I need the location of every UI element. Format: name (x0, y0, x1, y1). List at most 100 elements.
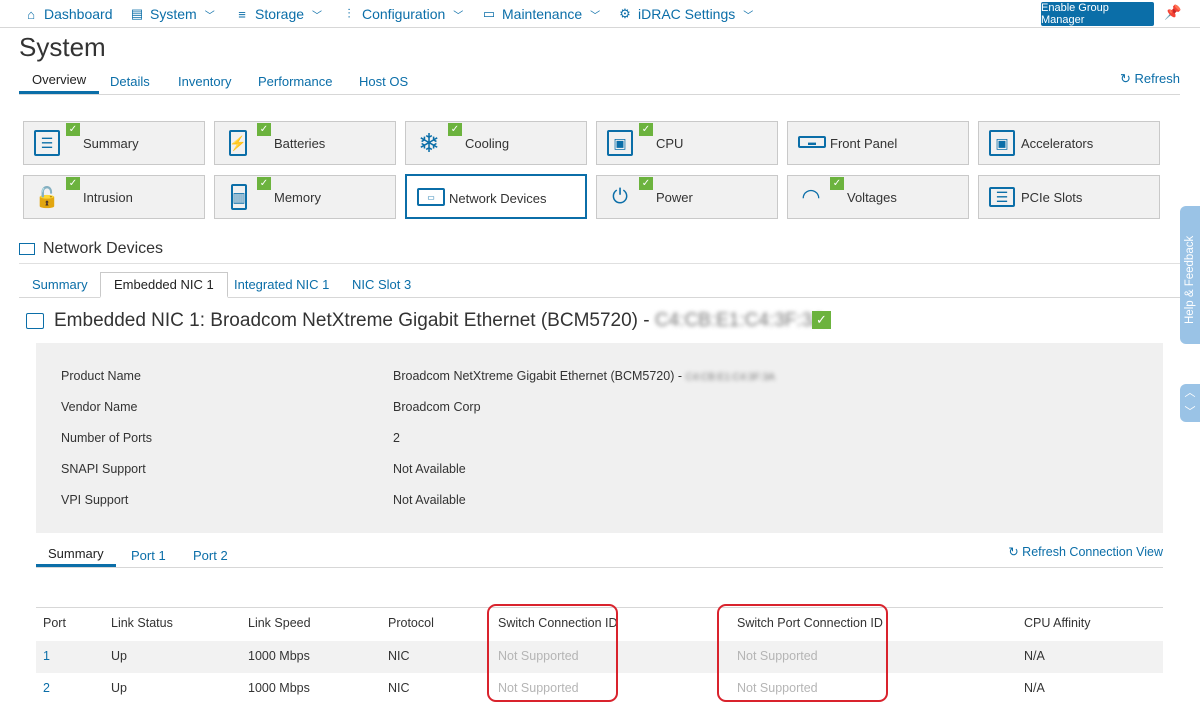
page-title: System (19, 32, 106, 62)
tab-nic-slot-3[interactable]: NIC Slot 3 (339, 272, 424, 297)
tab-port-2[interactable]: Port 2 (181, 543, 240, 567)
prop-value: Broadcom NetXtreme Gigabit Ethernet (BCM… (393, 369, 775, 383)
main-tabs: Overview Details Inventory Performance H… (19, 68, 1180, 95)
status-ok-icon: ✓ (812, 311, 831, 329)
tab-host-os[interactable]: Host OS (346, 68, 421, 94)
nic-name: Embedded NIC 1: Broadcom NetXtreme Gigab… (54, 310, 655, 331)
tile-label: CPU (656, 136, 684, 151)
tab-port-1[interactable]: Port 1 (119, 543, 178, 567)
status-ok-icon: ✓ (257, 177, 271, 190)
nic-title: Embedded NIC 1: Broadcom NetXtreme Gigab… (26, 310, 825, 332)
pin-icon[interactable]: 📌 (1164, 4, 1181, 21)
tile-label: Network Devices (449, 191, 547, 206)
port-tabs: Summary Port 1 Port 2 (36, 543, 1163, 568)
tab-inventory[interactable]: Inventory (165, 68, 244, 94)
nic-title-text: Embedded NIC 1: Broadcom NetXtreme Gigab… (54, 310, 825, 332)
nav-dashboard[interactable]: ⌂ Dashboard (24, 0, 112, 28)
monitor-icon: ▭ (482, 6, 496, 21)
tab-integrated-nic-1[interactable]: Integrated NIC 1 (221, 272, 342, 297)
nav-label: iDRAC Settings (638, 6, 736, 22)
chevron-down-icon: ﹀ (204, 10, 215, 22)
front-panel-icon: ▬ (798, 136, 826, 148)
refresh-label: Refresh (1134, 71, 1180, 86)
chevron-down-icon[interactable]: ﹀ (1180, 403, 1200, 422)
nav-label: Storage (255, 6, 305, 22)
refresh-icon: ↻ (1008, 545, 1019, 559)
status-ok-icon: ✓ (830, 177, 844, 190)
tile-pcie-slots[interactable]: ☰ PCIe Slots (978, 175, 1160, 219)
tile-label: Intrusion (83, 190, 133, 205)
scroll-controls: ︿ ﹀ (1180, 384, 1200, 422)
protocol: NIC (388, 649, 410, 663)
tile-front-panel[interactable]: ▬ Front Panel (787, 121, 969, 165)
link-status: Up (111, 681, 127, 695)
nic-tabs: Summary Embedded NIC 1 Integrated NIC 1 … (19, 272, 1180, 298)
memory-icon: ▥ (231, 184, 247, 210)
cpu-affinity: N/A (1024, 649, 1045, 663)
accelerator-icon: ▣ (989, 130, 1015, 156)
refresh-connection-label: Refresh Connection View (1022, 545, 1163, 559)
nav-label: Configuration (362, 6, 446, 22)
status-ok-icon: ✓ (257, 123, 271, 136)
help-feedback-tab[interactable]: Help & Feedback (1180, 206, 1200, 344)
tile-label: Memory (274, 190, 321, 205)
tile-label: Accelerators (1021, 136, 1094, 151)
tab-performance[interactable]: Performance (245, 68, 345, 94)
nav-configuration[interactable]: ⫶ Configuration ﹀ (342, 0, 463, 28)
cpu-affinity: N/A (1024, 681, 1045, 695)
battery-icon: ⚡ (229, 130, 247, 156)
prop-label: Product Name (61, 369, 141, 383)
network-card-icon: ▭ (417, 188, 445, 206)
tile-summary[interactable]: ☰ ✓ Summary (23, 121, 205, 165)
tile-cpu[interactable]: ▣ ✓ CPU (596, 121, 778, 165)
status-ok-icon: ✓ (66, 177, 80, 190)
enable-group-manager-button[interactable]: Enable Group Manager (1041, 2, 1154, 26)
tile-intrusion[interactable]: 🔓 ✓ Intrusion (23, 175, 205, 219)
section-title: Network Devices (19, 240, 163, 258)
prop-label: Number of Ports (61, 431, 153, 445)
nic-icon (26, 313, 44, 329)
column-header: Link Status (111, 616, 173, 630)
tab-nic-summary[interactable]: Summary (19, 272, 101, 297)
nav-maintenance[interactable]: ▭ Maintenance ﹀ (482, 0, 600, 28)
tile-cooling[interactable]: ❄ ✓ Cooling (405, 121, 587, 165)
highlight-switch-connection-id (487, 604, 618, 702)
tile-batteries[interactable]: ⚡ ✓ Batteries (214, 121, 396, 165)
gear-icon: ⚙ (619, 6, 631, 21)
tab-details[interactable]: Details (97, 68, 163, 94)
nav-system[interactable]: ▤ System ﹀ (130, 0, 215, 28)
refresh-connection-link[interactable]: ↻ Refresh Connection View (1008, 544, 1163, 559)
help-feedback-label: Help & Feedback (1184, 235, 1196, 324)
prop-value: Not Available (393, 493, 466, 507)
nav-label: Maintenance (502, 6, 583, 22)
tab-embedded-nic-1[interactable]: Embedded NIC 1 (100, 272, 228, 298)
nav-idrac-settings[interactable]: ⚙ iDRAC Settings ﹀ (618, 0, 753, 28)
tab-port-summary[interactable]: Summary (36, 543, 116, 567)
tile-label: Batteries (274, 136, 326, 151)
tile-accelerators[interactable]: ▣ Accelerators (978, 121, 1160, 165)
summary-icon: ☰ (34, 130, 60, 156)
tile-network-devices[interactable]: ▭ Network Devices (405, 174, 587, 219)
tab-overview[interactable]: Overview (19, 68, 100, 94)
nav-storage[interactable]: ≡ Storage ﹀ (235, 0, 322, 28)
refresh-link[interactable]: ↻ Refresh (1120, 71, 1180, 87)
database-icon: ≡ (238, 6, 246, 22)
status-ok-icon: ✓ (448, 123, 462, 136)
properties-panel: Product Name Broadcom NetXtreme Gigabit … (36, 343, 1163, 533)
chevron-down-icon: ﹀ (590, 10, 601, 22)
column-header: CPU Affinity (1024, 616, 1091, 630)
tile-voltages[interactable]: ◠ ✓ Voltages (787, 175, 969, 219)
sliders-icon: ⫶ (347, 6, 351, 21)
tile-label: PCIe Slots (1021, 190, 1083, 205)
link-speed: 1000 Mbps (248, 681, 310, 695)
chevron-up-icon[interactable]: ︿ (1180, 384, 1200, 403)
port-link[interactable]: 2 (43, 681, 50, 695)
port-link[interactable]: 1 (43, 649, 50, 663)
home-icon: ⌂ (27, 6, 35, 22)
protocol: NIC (388, 681, 410, 695)
tile-label: Voltages (847, 190, 897, 205)
tile-power[interactable]: ⏻ ✓ Power (596, 175, 778, 219)
tile-memory[interactable]: ▥ ✓ Memory (214, 175, 396, 219)
cpu-icon: ▣ (607, 130, 633, 156)
server-icon: ▤ (130, 6, 144, 21)
